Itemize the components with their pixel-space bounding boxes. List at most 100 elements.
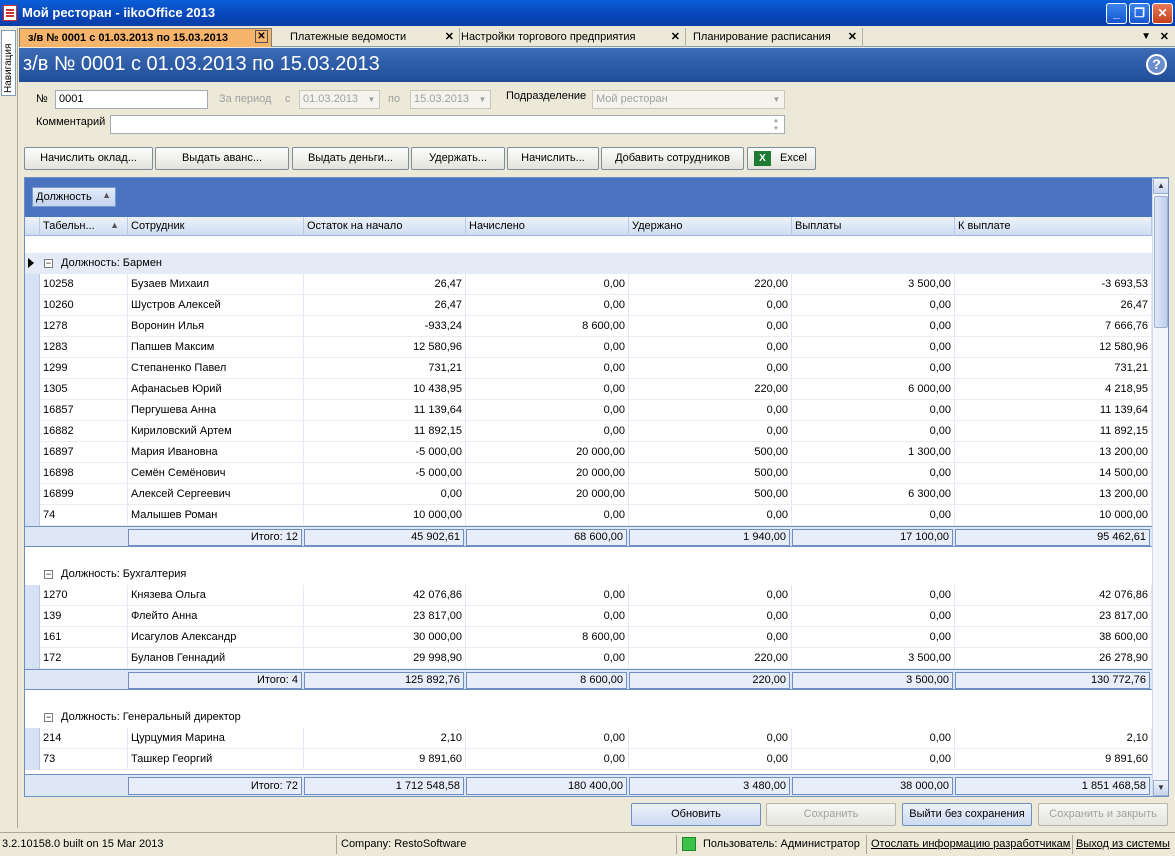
table-cell[interactable]: 500,00 [629, 442, 792, 463]
table-cell[interactable]: Степаненко Павел [128, 358, 304, 379]
scroll-thumb[interactable] [1154, 196, 1168, 328]
table-cell[interactable]: 139 [40, 606, 128, 627]
collapse-group-icon[interactable]: − [44, 570, 53, 579]
table-cell[interactable]: -933,24 [304, 316, 466, 337]
table-cell[interactable]: 29 998,90 [304, 648, 466, 669]
column-header-withheld[interactable]: Удержано [629, 217, 792, 236]
table-cell[interactable]: 4 218,95 [955, 379, 1152, 400]
table-cell[interactable]: 42 076,86 [955, 585, 1152, 606]
table-cell[interactable]: 26 278,90 [955, 648, 1152, 669]
table-row[interactable]: 1278 Воронин Илья -933,24 8 600,00 0,00 0,00 7… [25, 316, 1152, 337]
row-indicator[interactable] [25, 627, 40, 648]
row-indicator[interactable] [25, 585, 40, 606]
table-cell[interactable]: 16899 [40, 484, 128, 505]
table-cell[interactable]: 0,00 [629, 400, 792, 421]
table-cell[interactable]: 0,00 [792, 316, 955, 337]
help-icon[interactable]: ? [1146, 54, 1167, 75]
group-row[interactable]: − Должность: Бармен [25, 253, 1152, 274]
table-cell[interactable]: 731,21 [955, 358, 1152, 379]
table-row[interactable]: 16898 Семён Семёнович -5 000,00 20 000,00 50… [25, 463, 1152, 484]
table-cell[interactable]: Флейто Анна [128, 606, 304, 627]
row-indicator[interactable] [25, 505, 40, 526]
table-cell[interactable]: 1278 [40, 316, 128, 337]
table-cell[interactable]: 0,00 [792, 749, 955, 770]
withhold-button[interactable]: Удержать... [411, 147, 505, 170]
table-cell[interactable]: Папшев Максим [128, 337, 304, 358]
table-cell[interactable]: 10258 [40, 274, 128, 295]
row-indicator[interactable] [25, 400, 40, 421]
table-cell[interactable]: Ташкер Георгий [128, 749, 304, 770]
column-header-accrued[interactable]: Начислено [466, 217, 629, 236]
tab-close-icon[interactable]: ✕ [255, 30, 268, 43]
table-cell[interactable]: 73 [40, 749, 128, 770]
row-indicator[interactable] [25, 606, 40, 627]
table-cell[interactable]: 0,00 [792, 606, 955, 627]
table-cell[interactable]: 214 [40, 728, 128, 749]
table-cell[interactable]: 23 817,00 [955, 606, 1152, 627]
table-cell[interactable]: 0,00 [792, 463, 955, 484]
table-cell[interactable]: 0,00 [466, 749, 629, 770]
tab-payroll-document[interactable]: з/в № 0001 с 01.03.2013 по 15.03.2013 ✕ [19, 28, 272, 47]
table-cell[interactable]: Бузаев Михаил [128, 274, 304, 295]
logout-link[interactable]: Выход из системы [1076, 838, 1170, 850]
table-cell[interactable]: 0,00 [792, 627, 955, 648]
add-employees-button[interactable]: Добавить сотрудников [601, 147, 744, 170]
table-cell[interactable]: 0,00 [304, 484, 466, 505]
collapse-group-icon[interactable]: − [44, 259, 53, 268]
table-cell[interactable]: 14 500,00 [955, 463, 1152, 484]
row-indicator[interactable] [25, 379, 40, 400]
tab-enterprise-settings[interactable]: Настройки торгового предприятия ✕ [453, 28, 686, 47]
comment-spin-icon[interactable]: ▲ ▼ [769, 117, 783, 134]
table-cell[interactable]: 0,00 [629, 358, 792, 379]
table-cell[interactable]: 0,00 [466, 648, 629, 669]
table-cell[interactable]: 16882 [40, 421, 128, 442]
save-button[interactable]: Сохранить [766, 803, 896, 826]
table-cell[interactable]: 0,00 [792, 358, 955, 379]
table-cell[interactable]: 8 600,00 [466, 627, 629, 648]
row-indicator[interactable] [25, 316, 40, 337]
table-row[interactable]: 172 Буланов Геннадий 29 998,90 0,00 220,00 3 … [25, 648, 1152, 669]
table-cell[interactable]: 0,00 [466, 337, 629, 358]
table-cell[interactable]: 0,00 [466, 379, 629, 400]
table-cell[interactable]: -3 693,53 [955, 274, 1152, 295]
table-cell[interactable]: 0,00 [629, 505, 792, 526]
table-cell[interactable]: 0,00 [629, 337, 792, 358]
exit-without-saving-button[interactable]: Выйти без сохранения [902, 803, 1032, 826]
table-cell[interactable]: 6 300,00 [792, 484, 955, 505]
table-cell[interactable]: 500,00 [629, 484, 792, 505]
division-select[interactable]: Мой ресторан ▼ [592, 90, 785, 109]
row-indicator[interactable] [25, 442, 40, 463]
chevron-down-icon[interactable]: ▼ [365, 92, 378, 107]
group-row[interactable]: − Должность: Бухгалтерия [25, 564, 1152, 585]
table-row[interactable]: 16897 Мария Ивановна -5 000,00 20 000,00 500… [25, 442, 1152, 463]
table-cell[interactable]: Исагулов Александр [128, 627, 304, 648]
accrue-button[interactable]: Начислить... [507, 147, 599, 170]
table-cell[interactable]: Мария Ивановна [128, 442, 304, 463]
table-cell[interactable]: 0,00 [792, 337, 955, 358]
minimize-button[interactable]: _ [1106, 3, 1127, 24]
tab-payment-statements[interactable]: Платежные ведомости ✕ [282, 28, 460, 47]
table-cell[interactable]: 6 000,00 [792, 379, 955, 400]
maximize-button[interactable]: ❐ [1129, 3, 1150, 24]
row-indicator[interactable] [25, 421, 40, 442]
table-cell[interactable]: 500,00 [629, 463, 792, 484]
save-and-close-button[interactable]: Сохранить и закрыть [1038, 803, 1168, 826]
table-cell[interactable]: 0,00 [466, 274, 629, 295]
table-row[interactable]: 16882 Кириловский Артем 11 892,15 0,00 0,00 0… [25, 421, 1152, 442]
table-cell[interactable]: 30 000,00 [304, 627, 466, 648]
table-cell[interactable]: 11 139,64 [955, 400, 1152, 421]
table-row[interactable]: 1299 Степаненко Павел 731,21 0,00 0,00 0,00 73… [25, 358, 1152, 379]
group-by-position-chip[interactable]: Должность ▲ [32, 187, 116, 207]
table-cell[interactable]: 0,00 [629, 606, 792, 627]
table-cell[interactable]: 220,00 [629, 648, 792, 669]
table-cell[interactable]: 0,00 [629, 295, 792, 316]
number-field[interactable]: 0001 [55, 90, 208, 109]
table-cell[interactable]: Цурцумия Марина [128, 728, 304, 749]
table-cell[interactable]: Афанасьев Юрий [128, 379, 304, 400]
column-header-tab-number[interactable]: Табельн... ▲ [40, 217, 128, 236]
column-header-opening-balance[interactable]: Остаток на начало [304, 217, 466, 236]
table-cell[interactable]: 13 200,00 [955, 442, 1152, 463]
table-cell[interactable]: 0,00 [629, 749, 792, 770]
table-cell[interactable]: 0,00 [466, 585, 629, 606]
table-cell[interactable]: 10260 [40, 295, 128, 316]
